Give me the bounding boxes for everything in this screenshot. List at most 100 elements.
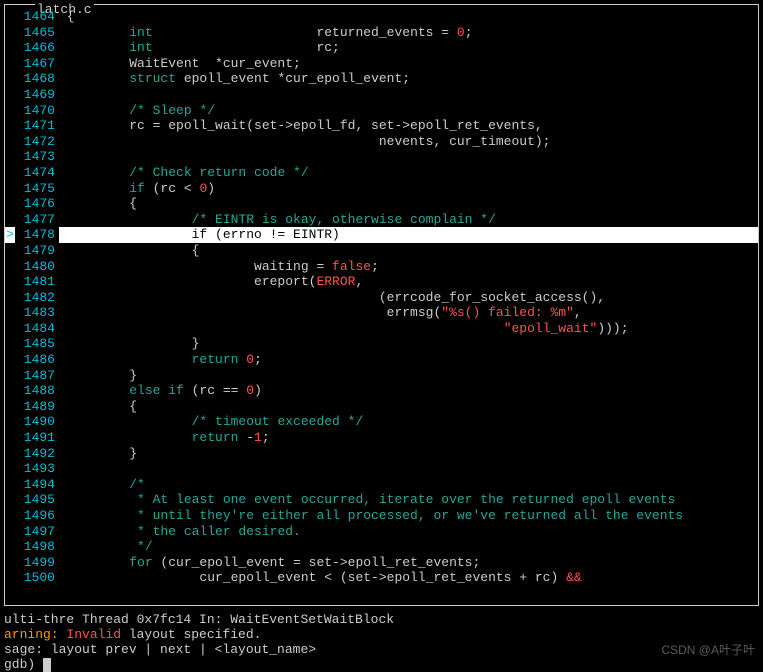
line-number: 1499 [15,555,59,571]
code-line[interactable]: >1478 if (errno != EINTR) [5,227,758,243]
code-line[interactable]: 1490 /* timeout exceeded */ [5,414,758,430]
code-line[interactable]: 1464 { [5,9,758,25]
breakpoint-gutter[interactable] [5,508,15,524]
code-line[interactable]: 1488 else if (rc == 0) [5,383,758,399]
line-number: 1476 [15,196,59,212]
breakpoint-gutter[interactable]: > [5,227,15,243]
breakpoint-gutter[interactable] [5,290,15,306]
code-line[interactable]: 1471 rc = epoll_wait(set->epoll_fd, set-… [5,118,758,134]
code-line[interactable]: 1493 [5,461,758,477]
breakpoint-gutter[interactable] [5,430,15,446]
breakpoint-gutter[interactable] [5,56,15,72]
breakpoint-gutter[interactable] [5,336,15,352]
code-area[interactable]: 1464 { 1465 int returned_events = 0; 146… [5,5,758,590]
breakpoint-gutter[interactable] [5,259,15,275]
code-line[interactable]: 1481 ereport(ERROR, [5,274,758,290]
code-line[interactable]: 1475 if (rc < 0) [5,181,758,197]
code-line[interactable]: 1489 { [5,399,758,415]
code-line[interactable]: 1470 /* Sleep */ [5,103,758,119]
breakpoint-gutter[interactable] [5,461,15,477]
code-line[interactable]: 1494 /* [5,477,758,493]
line-number: 1489 [15,399,59,415]
code-line[interactable]: 1485 } [5,336,758,352]
code-line[interactable]: 1495 * At least one event occurred, iter… [5,492,758,508]
code-line[interactable]: 1469 [5,87,758,103]
code-line[interactable]: 1468 struct epoll_event *cur_epoll_event… [5,71,758,87]
breakpoint-gutter[interactable] [5,321,15,337]
breakpoint-gutter[interactable] [5,492,15,508]
line-number: 1500 [15,570,59,586]
code-line[interactable]: 1483 errmsg("%s() failed: %m", [5,305,758,321]
code-line[interactable]: 1492 } [5,446,758,462]
line-number: 1471 [15,118,59,134]
code-line[interactable]: 1496 * until they're either all processe… [5,508,758,524]
line-number: 1469 [15,87,59,103]
watermark: CSDN @A叶子叶 [661,641,755,658]
code-line[interactable]: 1479 { [5,243,758,259]
line-number: 1470 [15,103,59,119]
breakpoint-gutter[interactable] [5,25,15,41]
code-line[interactable]: 1480 waiting = false; [5,259,758,275]
usage-line: sage: layout prev | next | <layout_name> [4,642,759,657]
breakpoint-gutter[interactable] [5,399,15,415]
code-line[interactable]: 1472 nevents, cur_timeout); [5,134,758,150]
line-number: 1480 [15,259,59,275]
code-line[interactable]: 1467 WaitEvent *cur_event; [5,56,758,72]
breakpoint-gutter[interactable] [5,383,15,399]
code-line[interactable]: 1500 cur_epoll_event < (set->epoll_ret_e… [5,570,758,586]
line-number: 1475 [15,181,59,197]
breakpoint-gutter[interactable] [5,524,15,540]
breakpoint-gutter[interactable] [5,149,15,165]
code-line[interactable]: 1476 { [5,196,758,212]
line-number: 1466 [15,40,59,56]
line-number: 1498 [15,539,59,555]
breakpoint-gutter[interactable] [5,414,15,430]
breakpoint-gutter[interactable] [5,71,15,87]
breakpoint-gutter[interactable] [5,212,15,228]
code-line[interactable]: 1466 int rc; [5,40,758,56]
breakpoint-gutter[interactable] [5,477,15,493]
code-line[interactable]: 1486 return 0; [5,352,758,368]
breakpoint-gutter[interactable] [5,555,15,571]
code-line[interactable]: 1473 [5,149,758,165]
breakpoint-gutter[interactable] [5,134,15,150]
breakpoint-gutter[interactable] [5,446,15,462]
breakpoint-gutter[interactable] [5,352,15,368]
breakpoint-gutter[interactable] [5,196,15,212]
code-line[interactable]: 1477 /* EINTR is okay, otherwise complai… [5,212,758,228]
code-line[interactable]: 1474 /* Check return code */ [5,165,758,181]
line-number: 1488 [15,383,59,399]
line-number: 1478 [15,227,59,243]
breakpoint-gutter[interactable] [5,539,15,555]
code-line[interactable]: 1499 for (cur_epoll_event = set->epoll_r… [5,555,758,571]
thread-status: ulti-thre Thread 0x7fc14 In: WaitEventSe… [4,612,759,627]
line-number: 1484 [15,321,59,337]
breakpoint-gutter[interactable] [5,9,15,25]
line-number: 1464 [15,9,59,25]
breakpoint-gutter[interactable] [5,118,15,134]
breakpoint-gutter[interactable] [5,243,15,259]
breakpoint-gutter[interactable] [5,165,15,181]
breakpoint-gutter[interactable] [5,40,15,56]
line-number: 1495 [15,492,59,508]
breakpoint-gutter[interactable] [5,181,15,197]
code-line[interactable]: 1487 } [5,368,758,384]
breakpoint-gutter[interactable] [5,274,15,290]
code-line[interactable]: 1484 "epoll_wait"))); [5,321,758,337]
line-number: 1479 [15,243,59,259]
line-number: 1486 [15,352,59,368]
breakpoint-gutter[interactable] [5,87,15,103]
code-line[interactable]: 1497 * the caller desired. [5,524,758,540]
breakpoint-gutter[interactable] [5,368,15,384]
warning-line: arning: Invalid layout specified. [4,627,759,642]
line-number: 1477 [15,212,59,228]
breakpoint-gutter[interactable] [5,305,15,321]
line-number: 1490 [15,414,59,430]
code-line[interactable]: 1491 return -1; [5,430,758,446]
breakpoint-gutter[interactable] [5,570,15,586]
code-line[interactable]: 1498 */ [5,539,758,555]
code-line[interactable]: 1465 int returned_events = 0; [5,25,758,41]
line-number: 1491 [15,430,59,446]
breakpoint-gutter[interactable] [5,103,15,119]
code-line[interactable]: 1482 (errcode_for_socket_access(), [5,290,758,306]
